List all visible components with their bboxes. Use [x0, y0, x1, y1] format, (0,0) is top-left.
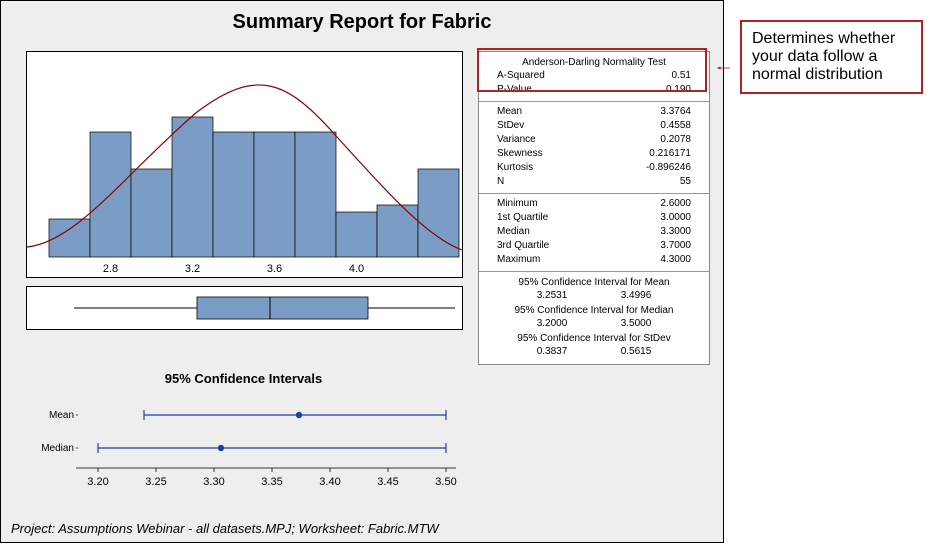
ci-interval-chart: Mean Median 3.20 3.25 3.30 3.35 3.40 3.45 3.50	[26, 393, 461, 498]
ci-stat-values: 0.3837 0.5615	[485, 345, 703, 359]
ci-stat-title: 95% Confidence Interval for Mean	[485, 275, 703, 289]
ci-tick-label: 3.20	[87, 476, 108, 488]
ci-point	[218, 445, 224, 451]
callout-arrow	[707, 66, 740, 70]
histogram-bar	[131, 169, 172, 257]
stat-value: 2.6000	[660, 197, 703, 211]
fivenum-row: Median 3.3000	[485, 225, 703, 239]
stat-label: Median	[485, 225, 530, 239]
summary-row: Skewness 0.216171	[485, 147, 703, 161]
stat-label: P-Value	[485, 83, 532, 97]
ci-stat-values: 3.2000 3.5000	[485, 317, 703, 331]
histogram-tick-label: 3.2	[185, 263, 200, 275]
ci-tick-label: 3.30	[203, 476, 224, 488]
summary-row: Mean 3.3764	[485, 105, 703, 119]
stat-label: 1st Quartile	[485, 211, 548, 225]
summary-row: StDev 0.4558	[485, 119, 703, 133]
ci-high: 3.5000	[621, 317, 652, 331]
normality-title: Anderson-Darling Normality Test	[485, 55, 703, 69]
histogram-bar	[377, 205, 418, 257]
stat-value: 4.3000	[660, 253, 703, 267]
histogram-tick-label: 4.0	[349, 263, 364, 275]
normality-row: P-Value 0.190	[485, 83, 703, 97]
stat-label: 3rd Quartile	[485, 239, 549, 253]
summary-row: Variance 0.2078	[485, 133, 703, 147]
histogram-bar	[172, 117, 213, 257]
stat-label: N	[485, 175, 504, 189]
boxplot-chart	[26, 286, 463, 330]
normality-section: Anderson-Darling Normality Test A-Square…	[479, 52, 709, 102]
summary-row: N 55	[485, 175, 703, 189]
histogram-chart: 2.8 3.2 3.6 4.0	[26, 51, 463, 278]
ci-stat-values: 3.2531 3.4996	[485, 289, 703, 303]
stat-label: StDev	[485, 119, 524, 133]
statistics-panel: Anderson-Darling Normality Test A-Square…	[478, 51, 710, 365]
histogram-bar	[336, 212, 377, 257]
ci-point	[296, 412, 302, 418]
summary-row: Kurtosis -0.896246	[485, 161, 703, 175]
ci-low: 0.3837	[537, 345, 568, 359]
stat-value: 3.3764	[660, 105, 703, 119]
ci-low: 3.2000	[537, 317, 568, 331]
stat-label: A-Squared	[485, 69, 545, 83]
stat-value: 3.7000	[660, 239, 703, 253]
report-title: Summary Report for Fabric	[1, 11, 723, 34]
normality-row: A-Squared 0.51	[485, 69, 703, 83]
stat-value: 55	[680, 175, 703, 189]
stat-value: 3.3000	[660, 225, 703, 239]
fivenum-section: Minimum 2.6000 1st Quartile 3.0000 Median 3.3…	[479, 194, 709, 272]
histogram-bar	[295, 132, 336, 257]
stat-value: 0.216171	[649, 147, 703, 161]
ci-stat-title: 95% Confidence Interval for Median	[485, 303, 703, 317]
ci-tick-label: 3.50	[435, 476, 456, 488]
stat-label: Minimum	[485, 197, 538, 211]
stat-label: Kurtosis	[485, 161, 533, 175]
boxplot-box	[197, 297, 368, 319]
stat-value: -0.896246	[646, 161, 703, 175]
ci-section: 95% Confidence Interval for Mean3.25313.…	[479, 272, 709, 364]
ci-low: 3.2531	[537, 289, 568, 303]
ci-row-label: Median	[41, 443, 74, 454]
summary-stats-section: Mean3.3764StDev0.4558Variance0.2078Skewn…	[479, 102, 709, 194]
stat-value: 0.4558	[660, 119, 703, 133]
stat-value: 0.2078	[660, 133, 703, 147]
histogram-tick-label: 2.8	[103, 263, 118, 275]
ci-title: 95% Confidence Intervals	[26, 371, 461, 386]
ci-stat-title: 95% Confidence Interval for StDev	[485, 331, 703, 345]
callout-box: Determines whether your data follow a no…	[740, 20, 923, 94]
ci-tick-label: 3.40	[319, 476, 340, 488]
summary-report-panel: Summary Report for Fabric 2.8 3.2 3.6 4.0 9…	[0, 0, 724, 543]
ci-high: 3.4996	[621, 289, 652, 303]
ci-tick-label: 3.45	[377, 476, 398, 488]
histogram-bar	[254, 132, 295, 257]
fivenum-row: 3rd Quartile 3.7000	[485, 239, 703, 253]
ci-row-label: Mean	[49, 410, 74, 421]
stat-value: 0.190	[666, 83, 703, 97]
histogram-tick-label: 3.6	[267, 263, 282, 275]
stat-label: Maximum	[485, 253, 540, 267]
ci-tick-label: 3.35	[261, 476, 282, 488]
fivenum-row: Maximum 4.3000	[485, 253, 703, 267]
histogram-bar	[213, 132, 254, 257]
stat-value: 0.51	[672, 69, 703, 83]
ci-high: 0.5615	[621, 345, 652, 359]
stat-label: Mean	[485, 105, 522, 119]
histogram-bar	[418, 169, 459, 257]
fivenum-row: Minimum 2.6000	[485, 197, 703, 211]
ci-tick-label: 3.25	[145, 476, 166, 488]
stat-label: Variance	[485, 133, 536, 147]
stat-label: Skewness	[485, 147, 543, 161]
fivenum-row: 1st Quartile 3.0000	[485, 211, 703, 225]
footer-text: Project: Assumptions Webinar - all datas…	[11, 521, 439, 536]
stat-value: 3.0000	[660, 211, 703, 225]
